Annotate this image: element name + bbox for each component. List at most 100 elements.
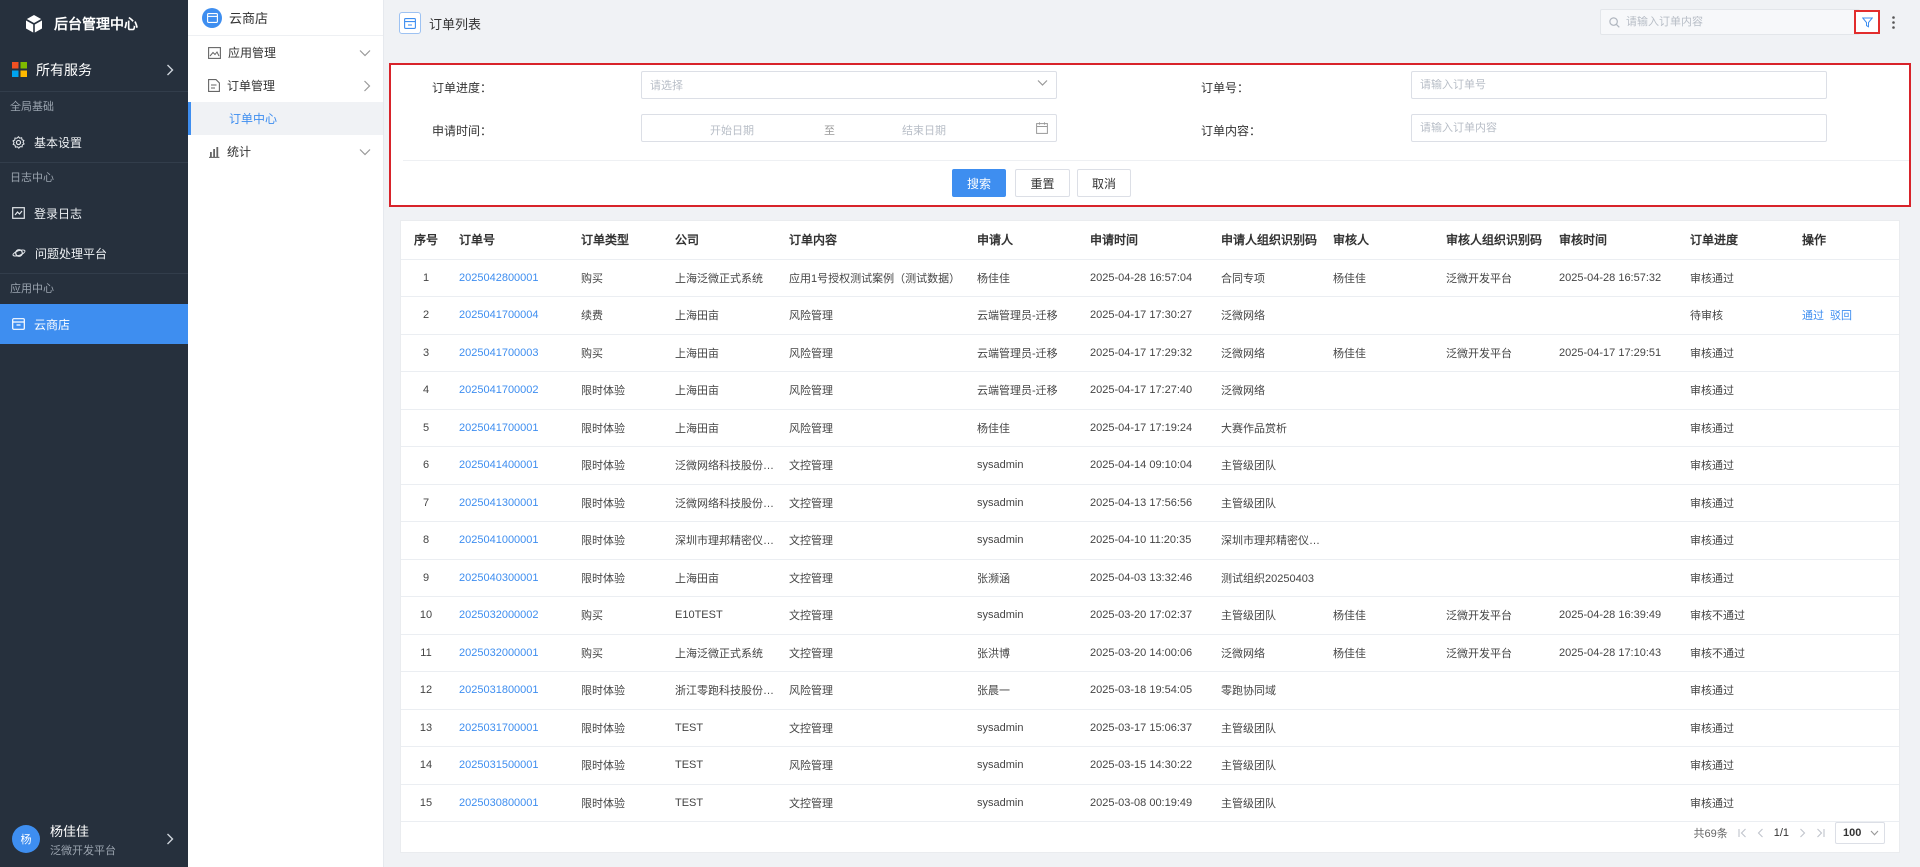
- end-date-placeholder[interactable]: 结束日期: [902, 122, 946, 138]
- row-actions[interactable]: [1794, 371, 1899, 410]
- order-id-link[interactable]: 2025041700004: [451, 296, 573, 335]
- row-actions[interactable]: [1794, 746, 1899, 785]
- table-row[interactable]: 62025041400001限时体验泛微网络科技股份有限公司文控管理sysadm…: [401, 446, 1899, 485]
- order-id-link[interactable]: 2025041300001: [451, 484, 573, 522]
- date-range-picker[interactable]: 开始日期 至 结束日期: [641, 114, 1057, 142]
- app-logo[interactable]: 后台管理中心: [0, 0, 188, 48]
- cell-company: TEST: [667, 784, 781, 822]
- table-row[interactable]: 1 2025042800001 购买 上海泛微正式系统 应用1号授权测试案例（测试数据）…: [401, 259, 1899, 297]
- cell-apply-time: 2025-04-28 16:57:04: [1082, 259, 1213, 297]
- row-actions[interactable]: [1794, 446, 1899, 485]
- order-no-input[interactable]: [1420, 79, 1806, 91]
- order-id-link[interactable]: 2025041700002: [451, 371, 573, 410]
- last-page-icon[interactable]: [1816, 828, 1825, 838]
- row-actions[interactable]: [1794, 784, 1899, 822]
- order-id-link[interactable]: 2025042800001: [451, 259, 573, 297]
- cell-type: 限时体验: [573, 371, 667, 410]
- submenu-item-statistics[interactable]: 统计: [188, 135, 383, 168]
- approve-link[interactable]: 通过: [1802, 310, 1824, 322]
- column-header-reviewer-org: 审核人组织识别码: [1438, 221, 1551, 260]
- sidebar-item-basic-settings[interactable]: 基本设置: [0, 122, 188, 162]
- row-actions[interactable]: [1794, 259, 1899, 297]
- more-vertical-icon: [1891, 15, 1895, 29]
- order-id-link[interactable]: 2025041700003: [451, 334, 573, 372]
- table-row[interactable]: 14 2025031500001 限时体验 TEST 风险管理 sysadmin 2025-…: [401, 746, 1899, 785]
- all-services-menu[interactable]: 所有服务: [0, 48, 188, 92]
- cell-company: 浙江零跑科技股份有限公司: [667, 671, 781, 710]
- order-id-link[interactable]: 2025031700001: [451, 709, 573, 747]
- table-row[interactable]: 15 2025030800001 限时体验 TEST 文控管理 sysadmin 2025-…: [401, 784, 1899, 822]
- user-profile[interactable]: 杨 杨佳佳 泛微开发平台: [0, 811, 188, 867]
- table-row[interactable]: 72025041300001限时体验泛微网络科技股份有限公司文控管理sysadm…: [401, 484, 1899, 522]
- order-id-link[interactable]: 2025031800001: [451, 671, 573, 710]
- table-row[interactable]: 5 2025041700001 限时体验 上海田亩 风险管理 杨佳佳 2025-04-17 …: [401, 409, 1899, 447]
- submenu-item-order-center[interactable]: 订单中心: [188, 102, 383, 135]
- top-search-input[interactable]: [1626, 16, 1826, 28]
- order-id-link[interactable]: 2025041400001: [451, 446, 573, 485]
- row-actions[interactable]: [1794, 409, 1899, 447]
- reset-button[interactable]: 重置: [1015, 169, 1070, 197]
- page-size-select[interactable]: 100: [1835, 822, 1885, 844]
- table-row[interactable]: 2 2025041700004 续费 上海田亩 风险管理 云端管理员-迁移 2025-04-…: [401, 296, 1899, 335]
- page-title: 订单列表: [429, 16, 482, 32]
- sidebar-item-login-log[interactable]: 登录日志: [0, 193, 188, 233]
- next-page-icon[interactable]: [1799, 828, 1806, 838]
- cell-applicant: 杨佳佳: [969, 409, 1082, 447]
- sidebar-item-cloud-store[interactable]: 云商店: [0, 304, 188, 344]
- table-row[interactable]: 122025031800001限时体验浙江零跑科技股份有限公司风险管理张晨一20…: [401, 671, 1899, 710]
- top-search-box[interactable]: [1600, 9, 1860, 35]
- row-actions[interactable]: [1794, 484, 1899, 522]
- order-id-link[interactable]: 2025040300001: [451, 559, 573, 597]
- order-no-field[interactable]: [1411, 71, 1827, 99]
- order-id-link[interactable]: 2025030800001: [451, 784, 573, 822]
- cell-apply-time: 2025-03-17 15:06:37: [1082, 709, 1213, 747]
- table-row[interactable]: 3 2025041700003 购买 上海田亩 风险管理 云端管理员-迁移 2025-04-…: [401, 334, 1899, 372]
- table-row[interactable]: 11 2025032000001 购买 上海泛微正式系统 文控管理 张洪博 2025-03-…: [401, 634, 1899, 672]
- row-actions[interactable]: [1794, 596, 1899, 635]
- cell-applicant: sysadmin: [969, 446, 1082, 485]
- cell-reviewer-org: [1438, 784, 1551, 822]
- row-actions[interactable]: 通过 驳回: [1794, 296, 1899, 335]
- prev-page-icon[interactable]: [1757, 828, 1764, 838]
- order-id-link[interactable]: 2025041000001: [451, 521, 573, 560]
- cell-applicant-org: 大赛作品赏析: [1213, 409, 1325, 447]
- progress-select[interactable]: 请选择: [641, 71, 1057, 99]
- table-row[interactable]: 82025041000001限时体验深圳市理邦精密仪器股份有限公司文控管理sys…: [401, 521, 1899, 560]
- cell-reviewer: [1325, 559, 1438, 597]
- chevron-down-icon: [359, 49, 371, 57]
- more-options-button[interactable]: [1885, 10, 1901, 34]
- row-actions[interactable]: [1794, 709, 1899, 747]
- row-actions[interactable]: [1794, 671, 1899, 710]
- submenu-item-label: 应用管理: [228, 46, 277, 60]
- start-date-placeholder[interactable]: 开始日期: [710, 122, 754, 138]
- column-header-company: 公司: [667, 221, 781, 260]
- table-row[interactable]: 4 2025041700002 限时体验 上海田亩 风险管理 云端管理员-迁移 2025-0…: [401, 371, 1899, 410]
- table-row[interactable]: 9 2025040300001 限时体验 上海田亩 文控管理 张濒涵 2025-04-03 …: [401, 559, 1899, 597]
- order-id-link[interactable]: 2025032000002: [451, 596, 573, 635]
- first-page-icon[interactable]: [1738, 828, 1747, 838]
- column-header-applicant-org: 申请人组织识别码: [1213, 221, 1325, 260]
- row-actions[interactable]: [1794, 521, 1899, 560]
- range-separator: 至: [824, 125, 835, 137]
- filter-icon: [1861, 17, 1873, 28]
- search-button[interactable]: 搜索: [952, 169, 1006, 197]
- content-field[interactable]: [1411, 114, 1827, 142]
- row-actions[interactable]: [1794, 559, 1899, 597]
- row-actions[interactable]: [1794, 634, 1899, 672]
- submenu-item-order-management[interactable]: 订单管理: [188, 69, 383, 102]
- cancel-button[interactable]: 取消: [1077, 169, 1131, 197]
- planet-icon: [12, 247, 26, 259]
- cell-review-time: [1551, 746, 1682, 785]
- table-row[interactable]: 13 2025031700001 限时体验 TEST 文控管理 sysadmin 2025-…: [401, 709, 1899, 747]
- table-row[interactable]: 10 2025032000002 购买 E10TEST 文控管理 sysadmin 2025…: [401, 596, 1899, 635]
- sidebar-item-issue-platform[interactable]: 问题处理平台: [0, 233, 188, 273]
- reject-link[interactable]: 驳回: [1830, 310, 1852, 322]
- order-id-link[interactable]: 2025031500001: [451, 746, 573, 785]
- row-actions[interactable]: [1794, 334, 1899, 372]
- order-id-link[interactable]: 2025032000001: [451, 634, 573, 672]
- order-id-link[interactable]: 2025041700001: [451, 409, 573, 447]
- content-input[interactable]: [1420, 122, 1806, 134]
- cell-company: 上海田亩: [667, 409, 781, 447]
- filter-toggle-button[interactable]: [1854, 10, 1880, 34]
- submenu-item-app-management[interactable]: 应用管理: [188, 36, 383, 69]
